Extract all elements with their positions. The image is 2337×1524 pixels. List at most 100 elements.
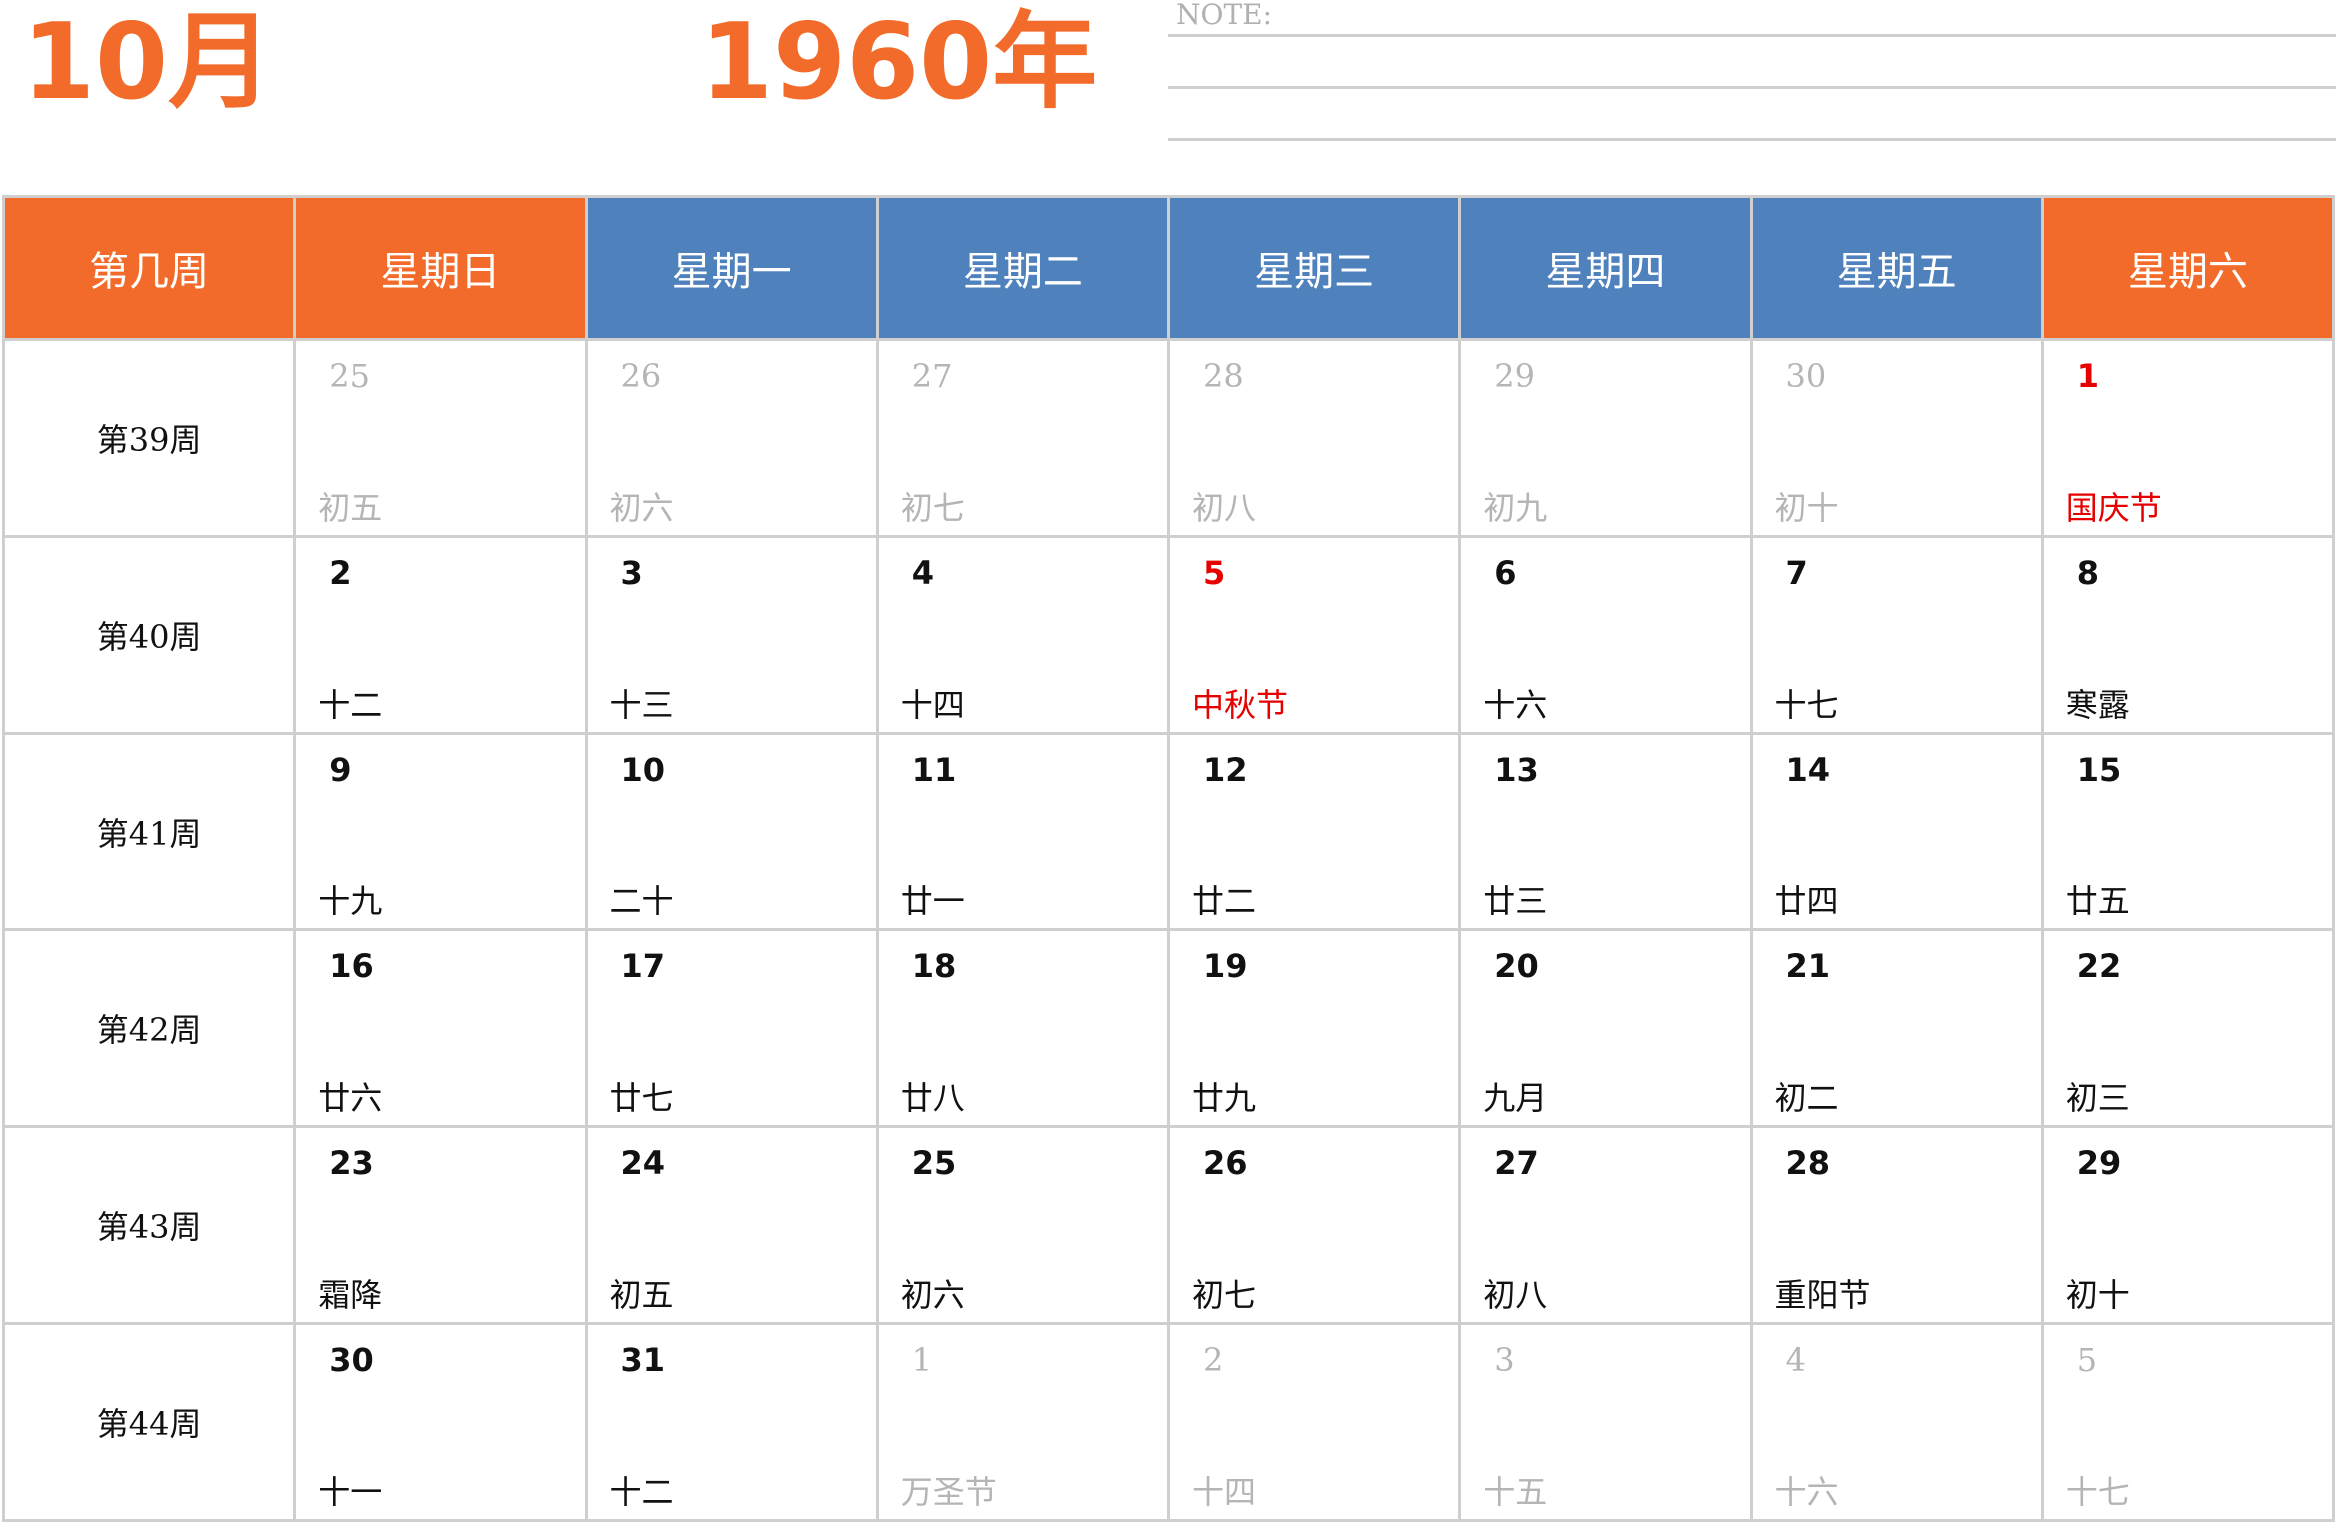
day-number: 8 (2076, 553, 2100, 592)
day-cell[interactable]: 1 国庆节 (2043, 341, 2332, 535)
day-cell[interactable]: 16 廿六 (296, 931, 585, 1126)
day-number: 26 (1203, 1144, 1248, 1183)
day-cell[interactable]: 29 初十 (2043, 1128, 2332, 1323)
day-cell[interactable]: 7 十七 (1752, 537, 2041, 732)
day-number: 14 (1785, 750, 1831, 789)
day-cell[interactable]: 18 廿八 (878, 931, 1167, 1126)
lunar-date-label: 十二 (609, 1472, 674, 1511)
day-cell[interactable]: 24 初五 (587, 1128, 876, 1323)
lunar-date-label: 初六 (900, 1276, 965, 1315)
day-cell[interactable]: 27 初八 (1461, 1128, 1750, 1323)
day-cell-other-month[interactable]: 5 十七 (2043, 1325, 2332, 1519)
day-cell[interactable]: 11 廿一 (878, 734, 1167, 929)
week-number-cell: 第42周 (5, 931, 294, 1126)
lunar-date-label: 廿五 (2065, 882, 2130, 921)
lunar-date-label: 重阳节 (1774, 1276, 1871, 1315)
day-cell[interactable]: 31 十二 (587, 1325, 876, 1519)
tuesday-header: 星期二 (878, 198, 1167, 338)
day-cell[interactable]: 21 初二 (1752, 931, 2041, 1126)
day-cell-other-month[interactable]: 30 初十 (1752, 341, 2041, 535)
lunar-date-label: 霜降 (318, 1276, 383, 1315)
day-cell[interactable]: 25 初六 (878, 1128, 1167, 1323)
day-number: 24 (620, 1144, 666, 1183)
day-number: 23 (329, 1144, 374, 1183)
lunar-date-label: 廿四 (1774, 882, 1839, 921)
day-cell[interactable]: 9 十九 (296, 734, 585, 929)
day-cell-other-month[interactable]: 25 初五 (296, 341, 585, 535)
lunar-date-label: 初五 (609, 1276, 674, 1315)
day-cell[interactable]: 19 廿九 (1170, 931, 1459, 1126)
week-column-header: 第几周 (5, 198, 294, 338)
day-number: 28 (1203, 357, 1244, 395)
day-cell[interactable]: 14 廿四 (1752, 734, 2041, 929)
day-cell[interactable]: 30 十一 (296, 1325, 585, 1519)
day-cell[interactable]: 22 初三 (2043, 931, 2332, 1126)
day-cell-other-month[interactable]: 27 初七 (878, 341, 1167, 535)
lunar-date-label: 初五 (318, 488, 383, 527)
day-number: 25 (911, 1144, 957, 1183)
lunar-date-label: 二十 (609, 882, 674, 921)
day-cell[interactable]: 10 二十 (587, 734, 876, 929)
day-number: 2 (1203, 1341, 1224, 1380)
lunar-date-label: 廿二 (1192, 882, 1257, 921)
lunar-date-label: 初十 (2065, 1276, 2130, 1315)
day-number: 6 (1494, 553, 1517, 592)
day-cell-other-month[interactable]: 4 十六 (1752, 1325, 2041, 1519)
thursday-header: 星期四 (1461, 198, 1750, 338)
day-number: 17 (620, 947, 666, 986)
note-line (1168, 34, 2336, 37)
lunar-date-label: 初六 (609, 488, 674, 527)
day-number: 22 (2076, 947, 2122, 986)
day-cell[interactable]: 8 寒露 (2043, 537, 2332, 732)
day-number: 3 (1494, 1341, 1515, 1380)
lunar-date-label: 廿八 (900, 1079, 965, 1118)
day-cell[interactable]: 2 十二 (296, 537, 585, 732)
day-cell[interactable]: 17 廿七 (587, 931, 876, 1126)
day-cell[interactable]: 26 初七 (1170, 1128, 1459, 1323)
day-cell[interactable]: 3 十三 (587, 537, 876, 732)
note-line (1168, 86, 2336, 89)
day-cell[interactable]: 13 廿三 (1461, 734, 1750, 929)
day-number: 4 (1785, 1341, 1806, 1380)
lunar-date-label: 十六 (1774, 1472, 1839, 1511)
week-number-cell: 第43周 (5, 1128, 294, 1323)
week-number-cell: 第39周 (5, 341, 294, 535)
week-number-cell: 第44周 (5, 1325, 294, 1519)
calendar-grid: 第几周 星期日 星期一 星期二 星期三 星期四 星期五 星期六 第39周 25 初五 26 初六 27 初七… (2, 195, 2335, 1522)
day-cell-other-month[interactable]: 29 初九 (1461, 341, 1750, 535)
day-number: 12 (1203, 750, 1248, 789)
day-cell-other-month[interactable]: 28 初八 (1170, 341, 1459, 535)
day-number: 21 (1785, 947, 1831, 986)
lunar-date-label: 初七 (1192, 1276, 1257, 1315)
note-label: NOTE: (1176, 0, 1273, 31)
lunar-date-label: 廿九 (1192, 1079, 1257, 1118)
day-cell[interactable]: 28 重阳节 (1752, 1128, 2041, 1323)
day-number: 9 (329, 750, 352, 789)
day-cell[interactable]: 5 中秋节 (1170, 537, 1459, 732)
day-cell[interactable]: 6 十六 (1461, 537, 1750, 732)
day-cell[interactable]: 15 廿五 (2043, 734, 2332, 929)
day-number: 1 (2076, 357, 2100, 395)
day-cell[interactable]: 12 廿二 (1170, 734, 1459, 929)
week-number-cell: 第41周 (5, 734, 294, 929)
day-number: 19 (1203, 947, 1248, 986)
lunar-date-label: 初七 (900, 488, 965, 527)
day-cell-other-month[interactable]: 2 十四 (1170, 1325, 1459, 1519)
day-number: 26 (620, 357, 662, 395)
monday-header: 星期一 (587, 198, 876, 338)
lunar-date-label: 十七 (2065, 1472, 2130, 1511)
lunar-date-label: 廿一 (900, 882, 965, 921)
sunday-header: 星期日 (296, 198, 585, 338)
day-cell-other-month[interactable]: 1 万圣节 (878, 1325, 1167, 1519)
day-number: 25 (329, 357, 370, 395)
day-number: 29 (2076, 1144, 2122, 1183)
day-number: 5 (2076, 1341, 2098, 1380)
day-cell-other-month[interactable]: 3 十五 (1461, 1325, 1750, 1519)
day-cell-other-month[interactable]: 26 初六 (587, 341, 876, 535)
day-number: 20 (1494, 947, 1539, 986)
month-title: 10月 (22, 1, 274, 123)
day-cell[interactable]: 4 十四 (878, 537, 1167, 732)
day-number: 31 (620, 1341, 666, 1380)
day-cell[interactable]: 23 霜降 (296, 1128, 585, 1323)
day-cell[interactable]: 20 九月 (1461, 931, 1750, 1126)
